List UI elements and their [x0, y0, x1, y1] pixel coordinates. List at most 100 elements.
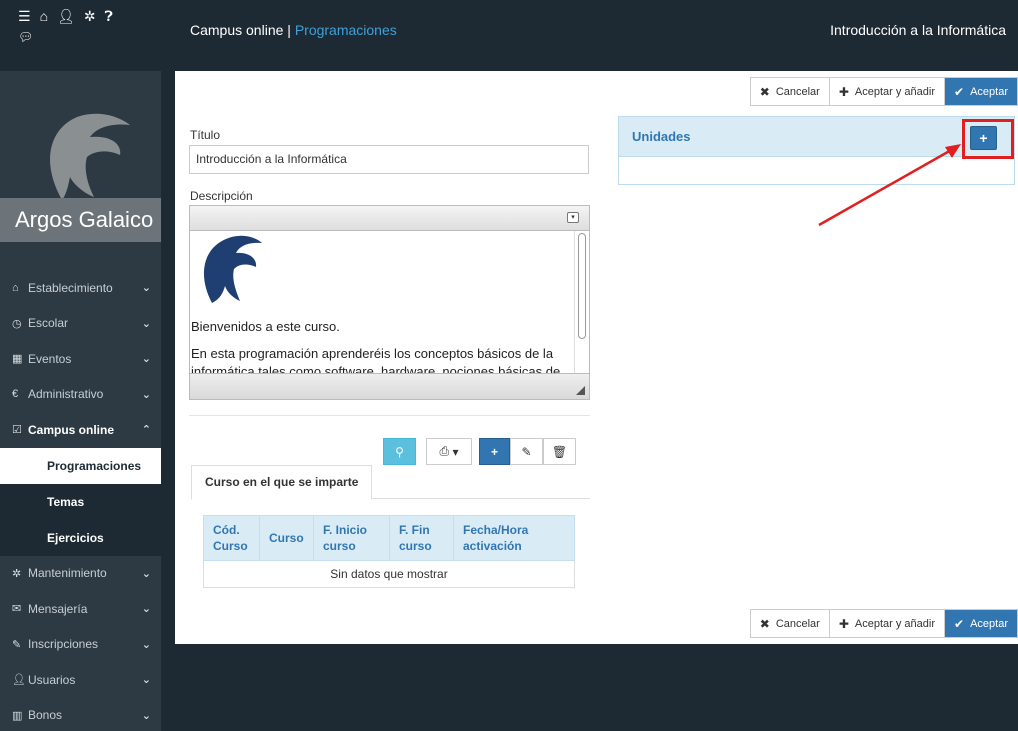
sidebar-subitem-temas[interactable]: Temas: [0, 483, 161, 520]
printer-icon: ⎙: [439, 444, 450, 458]
sidebar-item-establecimiento[interactable]: ⌂ Establecimiento ⌄: [0, 270, 161, 306]
chevron-down-icon: ⌄: [141, 567, 151, 580]
resize-grip-icon[interactable]: [576, 386, 585, 395]
scrollbar-thumb[interactable]: [578, 233, 586, 339]
home-icon[interactable]: ⌂: [40, 8, 48, 24]
sidebar-item-bonos[interactable]: ▥ Bonos ⌄: [0, 698, 161, 731]
gear-icon: ✲: [12, 567, 22, 580]
chevron-down-icon: ⌄: [141, 317, 151, 330]
home-icon: ⌂: [12, 281, 19, 294]
spartan-helmet-image: [203, 235, 262, 303]
sidebar-subitem-ejercicios[interactable]: Ejercicios: [0, 519, 161, 556]
breadcrumb: Campus online | Programaciones: [190, 22, 397, 38]
main-content: ✖ Cancelar ✚ Aceptar y añadir ✔ Aceptar Tít…: [175, 71, 1018, 644]
column-header[interactable]: F. Inicio curso: [313, 515, 390, 561]
cancel-label: Cancelar: [775, 85, 820, 98]
sidebar-item-label: Mantenimiento: [28, 566, 107, 581]
sidebar-item-mantenimiento[interactable]: ✲ Mantenimiento ⌄: [0, 556, 161, 592]
gear-icon[interactable]: ✲: [84, 8, 96, 24]
bottom-action-bar: ✖ Cancelar ✚ Aceptar y añadir ✔ Aceptar: [749, 609, 1018, 638]
list-icon[interactable]: ☰: [18, 8, 31, 24]
panel-title: Unidades: [632, 129, 691, 144]
description-editor[interactable]: ▾ Bienvenidos a este curso. En esta prog…: [189, 205, 590, 400]
breadcrumb-separator: |: [283, 22, 295, 38]
sidebar-item-mensajeria[interactable]: ✉ Mensajería ⌄: [0, 591, 161, 627]
annotation-arrow: [818, 144, 961, 227]
accept-add-label: Aceptar y añadir: [854, 617, 936, 630]
sidebar-item-usuarios[interactable]: 👤︎ Usuarios ⌄: [0, 662, 161, 698]
close-icon: ✖: [759, 84, 770, 99]
chevron-down-icon: ⌄: [141, 388, 151, 401]
column-header[interactable]: Cód. Curso: [203, 515, 260, 561]
cancel-button[interactable]: ✖ Cancelar: [751, 78, 830, 105]
add-row-button[interactable]: +: [479, 438, 510, 465]
grid-tabs: Curso en el que se imparte: [191, 465, 590, 500]
tab-curso[interactable]: Curso en el que se imparte: [191, 465, 373, 500]
accept-button[interactable]: ✔ Aceptar: [945, 610, 1017, 637]
sidebar-item-label: Administrativo: [28, 387, 104, 402]
accept-button[interactable]: ✔ Aceptar: [945, 78, 1017, 105]
close-icon: ✖: [759, 616, 770, 631]
delete-row-button[interactable]: 🗑︎: [543, 438, 576, 465]
check-square-icon: ☑: [12, 424, 22, 437]
envelope-icon: ✉: [12, 603, 22, 616]
editor-content[interactable]: Bienvenidos a este curso. En esta progra…: [190, 231, 575, 374]
sidebar-item-campus-online[interactable]: ☑ Campus online ⌃: [0, 412, 161, 448]
grid-edit-group: + ✎ 🗑︎: [479, 438, 576, 465]
chat-icon[interactable]: 💬︎: [18, 30, 161, 44]
accept-add-label: Aceptar y añadir: [854, 85, 936, 98]
sidebar-item-eventos[interactable]: ▦ Eventos ⌄: [0, 341, 161, 377]
chevron-down-icon: ⌄: [141, 709, 151, 722]
sidebar-item-administrativo[interactable]: € Administrativo ⌄: [0, 377, 161, 413]
title-label: Título: [190, 128, 221, 142]
description-paragraph: En esta programación aprenderéis los con…: [191, 346, 561, 374]
sidebar-subitem-programaciones[interactable]: Programaciones: [0, 447, 161, 484]
accept-label: Aceptar: [970, 85, 1008, 98]
barcode-icon: ▥: [12, 709, 23, 722]
chevron-up-icon: ⌃: [141, 424, 151, 437]
chevron-down-icon: ⌄: [141, 674, 151, 687]
accept-add-button[interactable]: ✚ Aceptar y añadir: [830, 610, 946, 637]
chevron-down-icon: ⌄: [141, 603, 151, 616]
print-dropdown-button[interactable]: ⎙ ▾: [426, 438, 472, 465]
plus-icon: ✚: [838, 84, 849, 99]
sidebar-item-inscripciones[interactable]: ✎ Inscripciones ⌄: [0, 627, 161, 663]
cancel-button[interactable]: ✖ Cancelar: [751, 610, 830, 637]
sidebar-item-label: Campus online: [28, 422, 115, 437]
accept-add-button[interactable]: ✚ Aceptar y añadir: [830, 78, 946, 105]
clock-icon: ◷: [12, 317, 22, 330]
sidebar-item-label: Usuarios: [28, 672, 76, 687]
description-paragraph: Bienvenidos a este curso.: [191, 319, 340, 334]
description-label: Descripción: [190, 189, 253, 203]
sidebar-item-label: Eventos: [28, 351, 72, 366]
check-icon: ✔: [954, 84, 965, 99]
search-button[interactable]: ⚲: [383, 438, 416, 465]
accept-label: Aceptar: [970, 617, 1008, 630]
sidebar-item-escolar[interactable]: ◷ Escolar ⌄: [0, 306, 161, 342]
sidebar-item-label: Inscripciones: [28, 637, 99, 652]
editor-scrollbar[interactable]: [574, 231, 589, 374]
chevron-down-icon[interactable]: ▾: [567, 212, 579, 223]
check-icon: ✔: [954, 616, 965, 631]
courses-table: Cód. Curso Curso F. Inicio curso F. Fin …: [203, 515, 575, 588]
chevron-down-icon: ⌄: [141, 282, 151, 295]
chevron-down-icon: ⌄: [141, 638, 151, 651]
pencil-icon: ✎: [12, 638, 22, 651]
page-title: Introducción a la Informática: [830, 22, 1006, 38]
euro-icon: €: [12, 388, 19, 401]
column-header[interactable]: Curso: [259, 515, 314, 561]
column-header[interactable]: Fecha/Hora activación: [453, 515, 575, 561]
spartan-helmet-logo: [50, 113, 130, 200]
user-icon[interactable]: 👤︎: [57, 8, 75, 24]
help-icon[interactable]: ❓︎: [105, 8, 113, 24]
grid-search-group: ⚲: [383, 438, 416, 465]
edit-row-button[interactable]: ✎: [510, 438, 543, 465]
breadcrumb-link[interactable]: Programaciones: [295, 22, 397, 38]
breadcrumb-root: Campus online: [190, 22, 284, 38]
sidebar-item-label: Establecimiento: [28, 280, 113, 295]
sidebar-item-label: Escolar: [28, 316, 69, 331]
column-header[interactable]: F. Fin curso: [389, 515, 454, 561]
divider: [189, 415, 590, 416]
title-field[interactable]: Introducción a la Informática: [189, 145, 589, 174]
editor-statusbar: [190, 373, 589, 399]
